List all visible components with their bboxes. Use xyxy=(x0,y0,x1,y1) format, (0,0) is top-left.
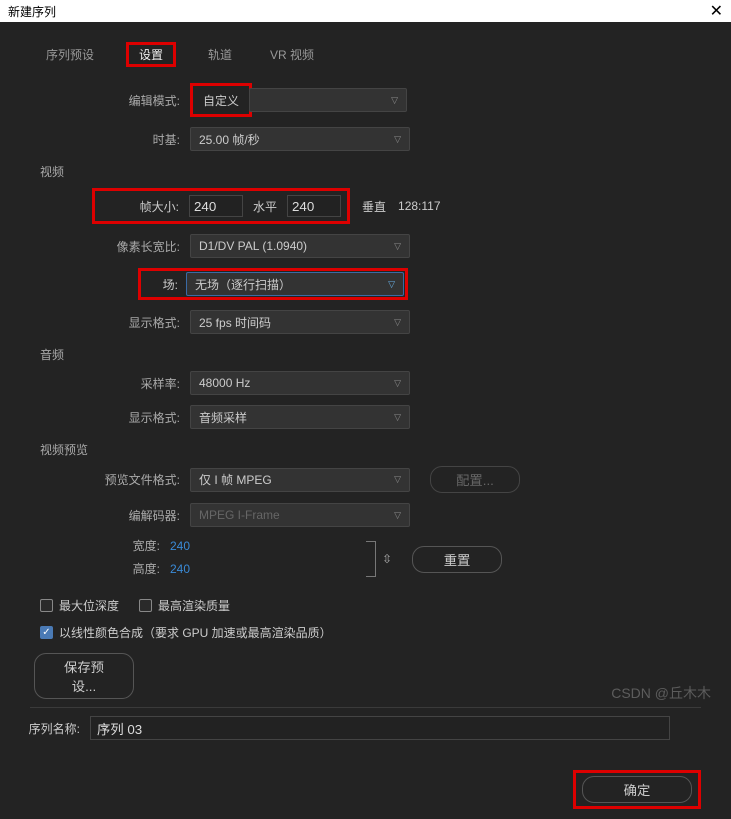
timebase-label: 时基: xyxy=(30,131,190,148)
video-display-format-select[interactable]: 25 fps 时间码▽ xyxy=(190,310,410,334)
preview-section-title: 视频预览 xyxy=(40,441,701,458)
pixel-aspect-label: 像素长宽比: xyxy=(30,238,190,255)
frame-size-label: 帧大小: xyxy=(101,198,189,215)
watermark: CSDN @丘木木 xyxy=(611,683,711,703)
preview-height-value[interactable]: 240 xyxy=(170,562,190,576)
timebase-select[interactable]: 25.00 帧/秒▽ xyxy=(190,127,410,151)
sample-rate-select[interactable]: 48000 Hz▽ xyxy=(190,371,410,395)
link-bracket-icon xyxy=(366,541,376,577)
tab-vr[interactable]: VR 视频 xyxy=(264,42,320,67)
pixel-aspect-select[interactable]: D1/DV PAL (1.0940)▽ xyxy=(190,234,410,258)
window-title: 新建序列 xyxy=(8,3,56,20)
fields-label: 场: xyxy=(142,276,186,293)
horizontal-label: 水平 xyxy=(253,198,277,215)
title-bar: 新建序列 ✕ xyxy=(0,0,731,22)
sequence-name-input[interactable] xyxy=(90,716,670,740)
config-button: 配置... xyxy=(430,466,520,493)
video-section-title: 视频 xyxy=(40,163,701,180)
codec-label: 编解码器: xyxy=(30,507,190,524)
sequence-name-label: 序列名称: xyxy=(20,720,90,737)
audio-section-title: 音频 xyxy=(40,346,701,363)
preview-width-label: 宽度: xyxy=(30,537,170,554)
reset-button[interactable]: 重置 xyxy=(412,546,502,573)
max-bit-depth-label: 最大位深度 xyxy=(59,597,119,614)
fields-select[interactable]: 无场（逐行扫描）▽ xyxy=(186,272,404,296)
video-display-format-label: 显示格式: xyxy=(30,314,190,331)
preview-height-label: 高度: xyxy=(30,560,170,577)
max-render-quality-checkbox[interactable] xyxy=(139,599,152,612)
save-preset-button[interactable]: 保存预设... xyxy=(34,653,134,699)
edit-mode-select[interactable]: 自定义 xyxy=(195,88,247,112)
close-icon[interactable]: ✕ xyxy=(710,1,723,21)
tab-settings[interactable]: 设置 xyxy=(133,44,169,66)
sample-rate-label: 采样率: xyxy=(30,375,190,392)
aspect-ratio: 128:117 xyxy=(398,199,441,213)
vertical-label: 垂直 xyxy=(362,198,386,215)
preview-fileformat-select[interactable]: 仅 I 帧 MPEG▽ xyxy=(190,468,410,492)
edit-mode-label: 编辑模式: xyxy=(30,92,190,109)
linear-color-checkbox[interactable]: ✓ xyxy=(40,626,53,639)
preview-fileformat-label: 预览文件格式: xyxy=(30,471,190,488)
linear-color-label: 以线性颜色合成（要求 GPU 加速或最高渲染品质） xyxy=(59,624,332,641)
tab-tracks[interactable]: 轨道 xyxy=(202,42,238,67)
max-render-quality-label: 最高渲染质量 xyxy=(158,597,230,614)
frame-width-input[interactable] xyxy=(189,195,243,217)
ok-button[interactable]: 确定 xyxy=(582,776,692,803)
codec-select: MPEG I-Frame▽ xyxy=(190,503,410,527)
tab-bar: 序列预设 设置 轨道 VR 视频 xyxy=(40,42,701,67)
link-icon[interactable]: ⇳ xyxy=(382,552,392,566)
frame-height-input[interactable] xyxy=(287,195,341,217)
max-bit-depth-checkbox[interactable] xyxy=(40,599,53,612)
audio-display-format-select[interactable]: 音频采样▽ xyxy=(190,405,410,429)
tab-presets[interactable]: 序列预设 xyxy=(40,42,100,67)
edit-mode-dropdown[interactable]: ▽ xyxy=(249,88,407,112)
preview-width-value[interactable]: 240 xyxy=(170,539,190,553)
audio-display-format-label: 显示格式: xyxy=(30,409,190,426)
